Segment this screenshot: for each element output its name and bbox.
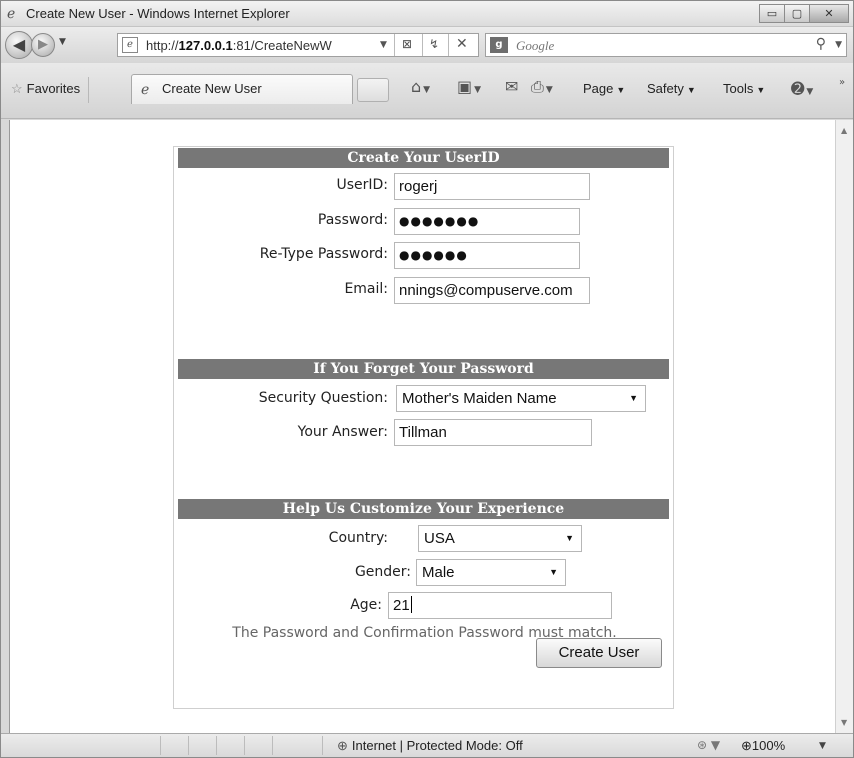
zoom-value: 100% bbox=[751, 738, 786, 753]
age-field[interactable]: 21 bbox=[388, 592, 612, 619]
scroll-down-icon[interactable]: ▼ bbox=[841, 718, 847, 727]
country-value: USA bbox=[424, 530, 455, 547]
create-user-form: Create Your UserID UserID: rogerj Passwo… bbox=[173, 146, 674, 709]
status-cell bbox=[161, 736, 189, 755]
more-commands-icon[interactable]: » bbox=[839, 77, 845, 88]
tab-create-new-user[interactable]: ℯ Create New User bbox=[131, 74, 353, 104]
security-zone[interactable]: ⊕ Internet | Protected Mode: Off bbox=[337, 738, 523, 754]
page-icon: ℯ bbox=[122, 37, 138, 53]
url-text: http://127.0.0.1:81/CreateNewW bbox=[146, 38, 332, 53]
new-tab-button[interactable] bbox=[357, 78, 389, 102]
security-question-select[interactable]: Mother's Maiden Name ▼ bbox=[396, 385, 646, 412]
age-value: 21 bbox=[393, 597, 410, 614]
answer-field[interactable]: Tillman bbox=[394, 419, 592, 446]
tab-title: Create New User bbox=[162, 81, 262, 96]
address-bar: ◀ ▶ ▼ ℯ http://127.0.0.1:81/CreateNewW ▼… bbox=[1, 27, 853, 63]
email-label: Email: bbox=[344, 281, 388, 297]
search-icon[interactable]: ⚲ bbox=[816, 36, 826, 52]
maximize-button[interactable]: ▢ bbox=[784, 4, 810, 23]
security-zone-label: Internet | Protected Mode: Off bbox=[351, 738, 523, 753]
ie-icon: ℯ bbox=[141, 81, 150, 97]
scroll-up-icon[interactable]: ▲ bbox=[841, 126, 847, 135]
url-field[interactable]: ℯ http://127.0.0.1:81/CreateNewW ▼ ⊠ ↯ ✕ bbox=[117, 33, 479, 57]
search-box[interactable]: g Google ⚲ ▼ bbox=[485, 33, 847, 57]
status-cell bbox=[217, 736, 245, 755]
country-select[interactable]: USA ▼ bbox=[418, 525, 582, 552]
search-options-dropdown[interactable]: ▼ bbox=[835, 40, 842, 50]
chevron-down-icon: ▼ bbox=[629, 393, 638, 403]
answer-label: Your Answer: bbox=[297, 424, 388, 440]
recent-pages-dropdown[interactable]: ▼ bbox=[59, 37, 66, 47]
search-provider-label: Google bbox=[516, 38, 555, 53]
status-cell bbox=[189, 736, 217, 755]
url-separator bbox=[422, 34, 423, 56]
title-bar: ℯ Create New User - Windows Internet Exp… bbox=[1, 1, 853, 27]
userid-label: UserID: bbox=[336, 177, 388, 193]
google-icon: g bbox=[490, 37, 508, 53]
section-heading-forgot-password: If You Forget Your Password bbox=[178, 359, 669, 379]
tools-menu[interactable]: Tools ▼ bbox=[723, 81, 765, 96]
create-user-button[interactable]: Create User bbox=[536, 638, 662, 668]
userid-field[interactable]: rogerj bbox=[394, 173, 590, 200]
refresh-icon[interactable]: ↯ bbox=[429, 37, 439, 51]
feeds-icon[interactable]: ▣ ▼ bbox=[457, 77, 481, 96]
section-heading-customize: Help Us Customize Your Experience bbox=[178, 499, 669, 519]
gender-value: Male bbox=[422, 564, 455, 581]
url-separator bbox=[394, 34, 395, 56]
window-controls: ▭ ▢ ✕ bbox=[759, 4, 849, 23]
text-cursor bbox=[410, 596, 412, 613]
print-icon[interactable]: ⎙ ▼ bbox=[531, 77, 553, 97]
zoom-level[interactable]: ⊕100% bbox=[741, 738, 785, 754]
safety-menu[interactable]: Safety ▼ bbox=[647, 81, 696, 96]
forward-arrow-icon[interactable]: ▶ bbox=[31, 33, 55, 57]
country-label: Country: bbox=[328, 530, 388, 546]
section-heading-userid: Create Your UserID bbox=[178, 148, 669, 168]
window-title: Create New User - Windows Internet Explo… bbox=[26, 6, 290, 21]
zoom-dropdown-icon[interactable]: ▼ bbox=[819, 741, 826, 751]
url-dropdown-icon[interactable]: ▼ bbox=[380, 40, 387, 50]
status-text-cell bbox=[1, 736, 161, 755]
globe-icon: ⊕ bbox=[337, 738, 348, 753]
password-field[interactable]: ●●●●●●● bbox=[394, 208, 580, 235]
gender-select[interactable]: Male ▼ bbox=[416, 559, 566, 586]
favorites-label: Favorites bbox=[26, 81, 81, 96]
compat-view-icon[interactable]: ⊠ bbox=[402, 37, 412, 51]
browser-window: ℯ Create New User - Windows Internet Exp… bbox=[0, 0, 854, 758]
favorites-bar: ☆ Favorites ℯ Create New User ⌂ ▼ ▣ ▼ ✉ ⎙ ▼ … bbox=[1, 63, 853, 119]
security-question-value: Mother's Maiden Name bbox=[402, 390, 557, 407]
vertical-scrollbar[interactable]: ▲ ▼ bbox=[835, 120, 853, 733]
security-icon[interactable]: ⊛ ▼ bbox=[697, 738, 720, 752]
retype-password-field[interactable]: ●●●●●● bbox=[394, 242, 580, 269]
chevron-down-icon: ▼ bbox=[549, 567, 558, 577]
favorites-button[interactable]: ☆ Favorites bbox=[5, 77, 90, 103]
retype-password-label: Re-Type Password: bbox=[259, 246, 388, 262]
status-bar: ⊕ Internet | Protected Mode: Off ⊛ ▼ ⊕100… bbox=[1, 733, 853, 757]
gender-label: Gender: bbox=[354, 564, 411, 580]
url-separator bbox=[448, 34, 449, 56]
help-icon[interactable]: ➋ ▼ bbox=[791, 79, 813, 98]
security-question-label: Security Question: bbox=[258, 390, 388, 406]
status-cell bbox=[245, 736, 273, 755]
page-menu[interactable]: Page ▼ bbox=[583, 81, 625, 96]
star-icon: ☆ bbox=[11, 81, 23, 96]
email-field[interactable]: nnings@compuserve.com bbox=[394, 277, 590, 304]
minimize-button[interactable]: ▭ bbox=[759, 4, 785, 23]
password-label: Password: bbox=[317, 212, 388, 228]
status-cell bbox=[273, 736, 323, 755]
age-label: Age: bbox=[350, 597, 382, 613]
home-icon[interactable]: ⌂ ▼ bbox=[411, 77, 430, 96]
close-button[interactable]: ✕ bbox=[809, 4, 849, 23]
stop-icon[interactable]: ✕ bbox=[456, 36, 468, 52]
chevron-down-icon: ▼ bbox=[565, 533, 574, 543]
back-arrow-icon[interactable]: ◀ bbox=[5, 31, 33, 59]
zoom-icon: ⊕ bbox=[741, 738, 752, 753]
read-mail-icon[interactable]: ✉ bbox=[505, 77, 518, 96]
ie-icon: ℯ bbox=[7, 6, 16, 22]
